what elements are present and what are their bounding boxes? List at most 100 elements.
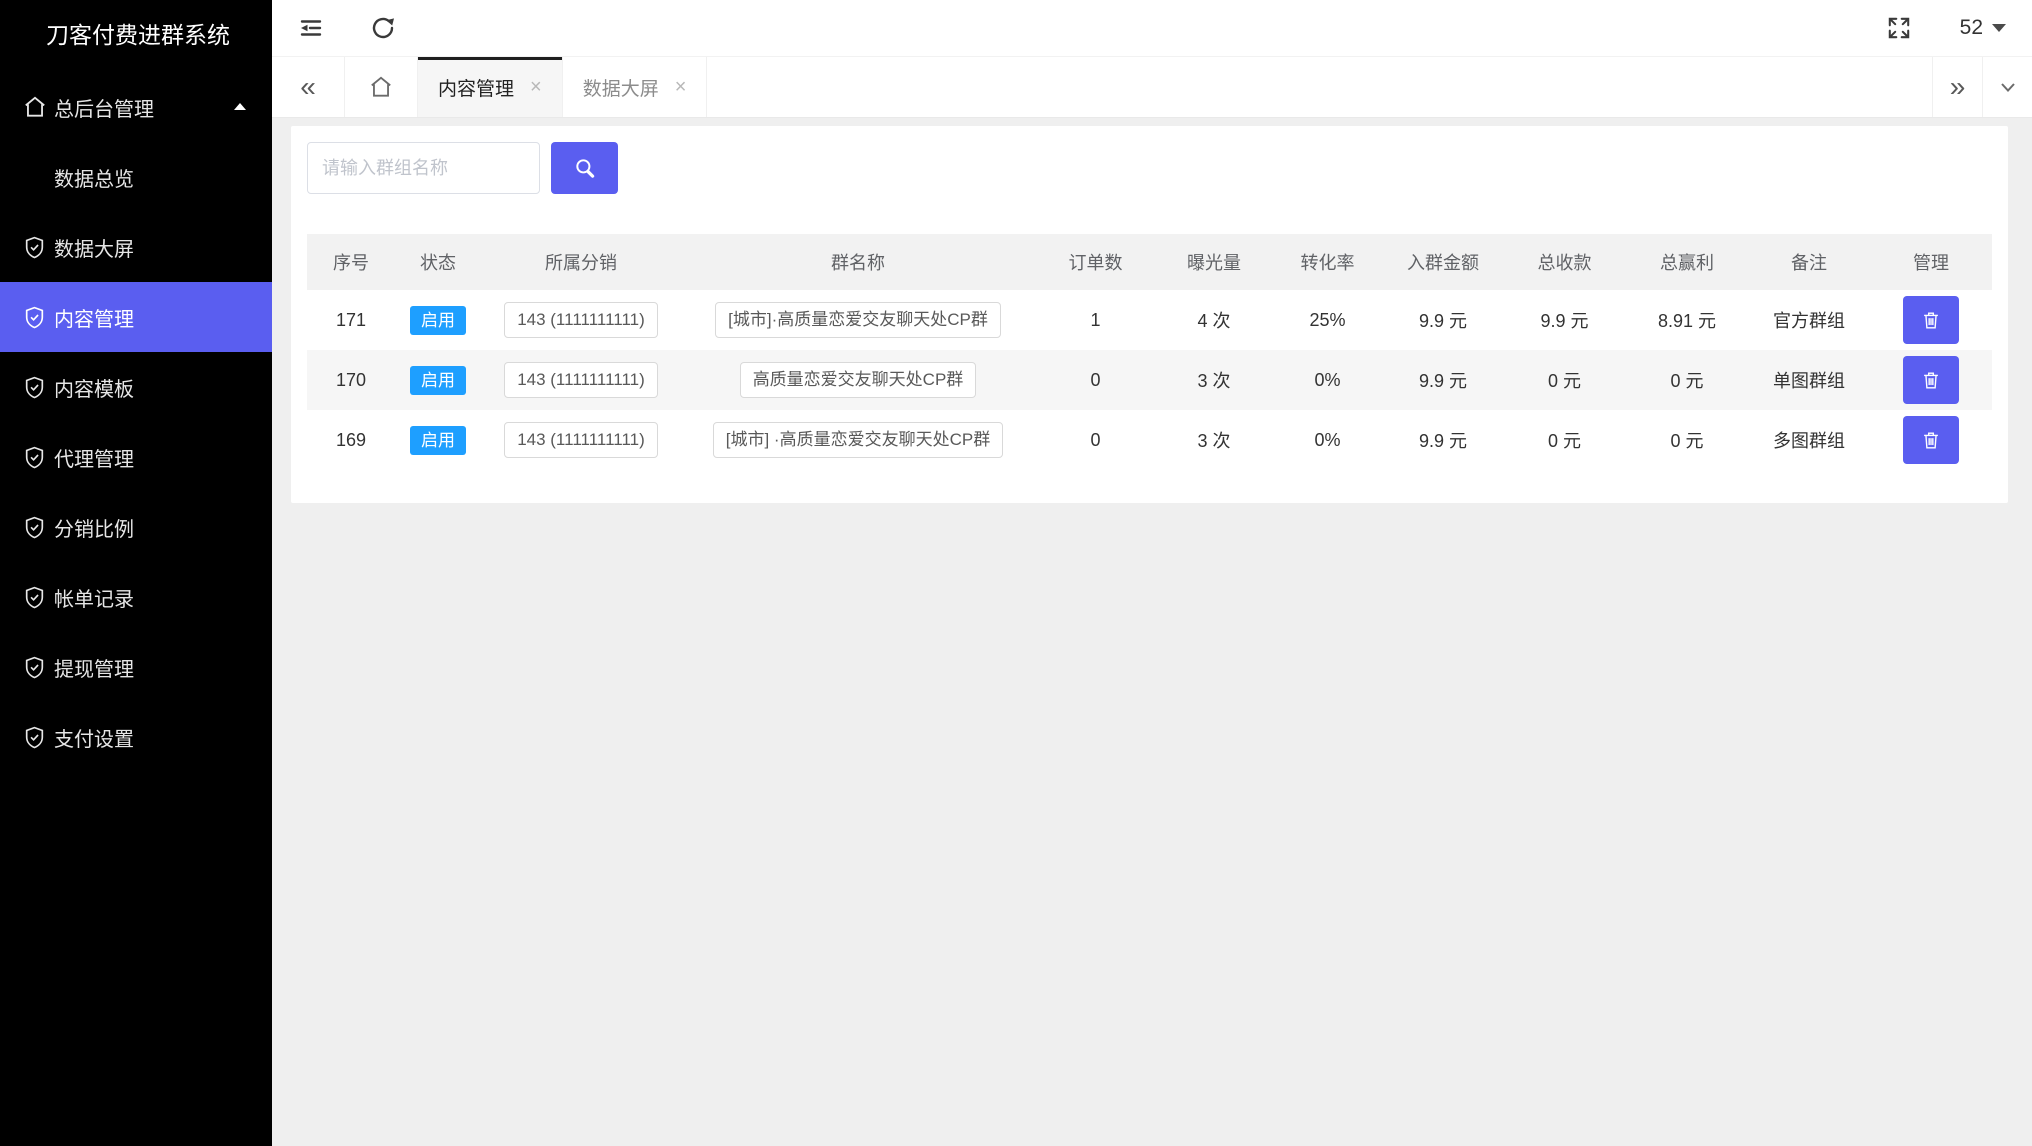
- shield-check-icon: [22, 514, 48, 540]
- tabs-menu-button[interactable]: [1982, 57, 2032, 117]
- col-header-total-received: 总收款: [1503, 234, 1626, 290]
- delete-button[interactable]: [1903, 416, 1959, 464]
- sidebar-item-label: 分销比例: [54, 513, 134, 542]
- sidebar-item-agent-manage[interactable]: 代理管理: [0, 422, 272, 492]
- cell-join-amount: 9.9 元: [1383, 290, 1503, 350]
- trash-icon: [1920, 429, 1942, 451]
- sidebar-item-label: 总后台管理: [54, 93, 154, 122]
- user-dropdown[interactable]: 52: [1960, 16, 2006, 40]
- cell-exposure: 4 次: [1156, 290, 1272, 350]
- tab-home-button[interactable]: [345, 57, 418, 117]
- trash-icon: [1920, 309, 1942, 331]
- sidebar-item-data-screen[interactable]: 数据大屏: [0, 212, 272, 282]
- sidebar-menu: 总后台管理 数据总览 数据大屏 内容管理: [0, 72, 272, 772]
- search-button[interactable]: [551, 142, 618, 194]
- status-badge[interactable]: 启用: [410, 306, 466, 335]
- cell-remark: 多图群组: [1748, 410, 1870, 470]
- sidebar-item-content-manage[interactable]: 内容管理: [0, 282, 272, 352]
- sidebar: 刀客付费进群系统 总后台管理 数据总览 数据大屏: [0, 0, 272, 1146]
- collapse-sidebar-icon[interactable]: [296, 13, 326, 43]
- tabbar-spacer: [707, 57, 1932, 117]
- search-input[interactable]: [307, 142, 540, 194]
- caret-down-icon: [1992, 24, 2006, 32]
- status-badge[interactable]: 启用: [410, 366, 466, 395]
- shield-check-icon: [22, 724, 48, 750]
- sidebar-item-withdraw-manage[interactable]: 提现管理: [0, 632, 272, 702]
- cell-total-received: 0 元: [1503, 410, 1626, 470]
- cell-conversion: 25%: [1272, 290, 1383, 350]
- close-icon[interactable]: ×: [675, 77, 687, 97]
- search-icon: [572, 155, 598, 181]
- shield-check-icon: [22, 304, 48, 330]
- delete-button[interactable]: [1903, 296, 1959, 344]
- col-header-status: 状态: [395, 234, 481, 290]
- table-row: 171 启用 143 (1111111111) [城市]·高质量恋爱交友聊天处C…: [307, 290, 1992, 350]
- cell-join-amount: 9.9 元: [1383, 410, 1503, 470]
- sidebar-item-label: 数据总览: [54, 163, 134, 192]
- refresh-icon[interactable]: [368, 13, 398, 43]
- col-header-join-amount: 入群金额: [1383, 234, 1503, 290]
- close-icon[interactable]: ×: [530, 77, 542, 97]
- cell-total-profit: 0 元: [1626, 410, 1748, 470]
- distributor-box[interactable]: 143 (1111111111): [504, 362, 658, 398]
- sidebar-item-label: 代理管理: [54, 443, 134, 472]
- col-header-remark: 备注: [1748, 234, 1870, 290]
- groups-table: 序号 状态 所属分销 群名称 订单数 曝光量 转化率 入群金额 总收款 总赢利 …: [307, 234, 1992, 470]
- cell-total-profit: 0 元: [1626, 350, 1748, 410]
- cell-orders: 0: [1035, 350, 1156, 410]
- tab-label: 数据大屏: [583, 74, 659, 101]
- user-label: 52: [1960, 16, 1983, 40]
- cell-total-received: 9.9 元: [1503, 290, 1626, 350]
- tabs-scroll-left-button[interactable]: «: [272, 57, 345, 117]
- cell-join-amount: 9.9 元: [1383, 350, 1503, 410]
- shield-check-icon: [22, 374, 48, 400]
- cell-remark: 官方群组: [1748, 290, 1870, 350]
- main-content: 序号 状态 所属分销 群名称 订单数 曝光量 转化率 入群金额 总收款 总赢利 …: [272, 126, 2032, 1146]
- shield-check-icon: [22, 584, 48, 610]
- col-header-total-profit: 总赢利: [1626, 234, 1748, 290]
- sidebar-item-distribution-ratio[interactable]: 分销比例: [0, 492, 272, 562]
- table-header-row: 序号 状态 所属分销 群名称 订单数 曝光量 转化率 入群金额 总收款 总赢利 …: [307, 234, 1992, 290]
- shield-check-icon: [22, 234, 48, 260]
- table-row: 170 启用 143 (1111111111) 高质量恋爱交友聊天处CP群 0 …: [307, 350, 1992, 410]
- delete-button[interactable]: [1903, 356, 1959, 404]
- sidebar-item-data-overview[interactable]: 数据总览: [0, 142, 272, 212]
- sidebar-item-label: 数据大屏: [54, 233, 134, 262]
- search-row: [307, 142, 1992, 194]
- sidebar-item-admin-root[interactable]: 总后台管理: [0, 72, 272, 142]
- tabbar: « 内容管理 × 数据大屏 × »: [272, 57, 2032, 118]
- group-name-box[interactable]: 高质量恋爱交友聊天处CP群: [740, 362, 977, 398]
- col-header-id: 序号: [307, 234, 395, 290]
- shield-check-icon: [22, 654, 48, 680]
- topbar-right: 52: [1884, 13, 2006, 43]
- tab-content-manage[interactable]: 内容管理 ×: [418, 57, 563, 117]
- col-header-orders: 订单数: [1035, 234, 1156, 290]
- home-icon: [22, 94, 48, 120]
- tabs-scroll-right-button[interactable]: »: [1932, 57, 1982, 117]
- cell-id: 171: [307, 290, 395, 350]
- group-name-box[interactable]: [城市]·高质量恋爱交友聊天处CP群: [715, 302, 1001, 338]
- col-header-group-name: 群名称: [681, 234, 1035, 290]
- tab-label: 内容管理: [438, 74, 514, 101]
- cell-id: 169: [307, 410, 395, 470]
- sidebar-item-label: 内容管理: [54, 303, 134, 332]
- sidebar-item-label: 提现管理: [54, 653, 134, 682]
- cell-orders: 1: [1035, 290, 1156, 350]
- tab-data-screen[interactable]: 数据大屏 ×: [563, 57, 708, 117]
- fullscreen-icon[interactable]: [1884, 13, 1914, 43]
- group-name-box[interactable]: [城市] ·高质量恋爱交友聊天处CP群: [713, 422, 1003, 458]
- cell-orders: 0: [1035, 410, 1156, 470]
- sidebar-item-label: 内容模板: [54, 373, 134, 402]
- col-header-exposure: 曝光量: [1156, 234, 1272, 290]
- sidebar-item-bill-records[interactable]: 帐单记录: [0, 562, 272, 632]
- sidebar-item-payment-settings[interactable]: 支付设置: [0, 702, 272, 772]
- topbar: 52: [272, 0, 2032, 57]
- cell-total-profit: 8.91 元: [1626, 290, 1748, 350]
- cell-remark: 单图群组: [1748, 350, 1870, 410]
- status-badge[interactable]: 启用: [410, 426, 466, 455]
- sidebar-item-content-template[interactable]: 内容模板: [0, 352, 272, 422]
- distributor-box[interactable]: 143 (1111111111): [504, 422, 658, 458]
- distributor-box[interactable]: 143 (1111111111): [504, 302, 658, 338]
- cell-exposure: 3 次: [1156, 410, 1272, 470]
- cell-total-received: 0 元: [1503, 350, 1626, 410]
